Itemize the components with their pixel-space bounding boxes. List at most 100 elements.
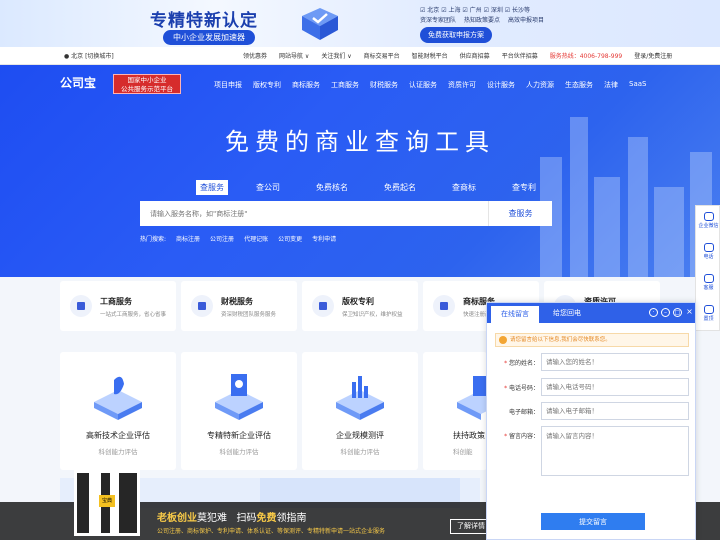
- business-icon: [70, 295, 92, 317]
- hot-word[interactable]: 商标注册: [176, 234, 200, 243]
- service-card-copyright[interactable]: 版权专利 保卫知识产权，维护权益: [302, 281, 418, 331]
- message-field[interactable]: [541, 426, 689, 476]
- sidebar-item-top[interactable]: 置顶: [696, 305, 720, 322]
- eval-subtitle: 科创能力评估: [219, 448, 259, 456]
- util-link-follow[interactable]: 关注我们 ∨: [321, 51, 351, 60]
- badge-building-icon: [215, 374, 263, 420]
- util-link-sitemap[interactable]: 网站导航 ∨: [279, 51, 309, 60]
- tab-trademark[interactable]: 查商标: [448, 180, 480, 195]
- trademark-icon: [433, 295, 455, 317]
- tab-patent[interactable]: 查专利: [508, 180, 540, 195]
- policy-building-icon: [457, 376, 487, 420]
- minimize-icon[interactable]: –: [661, 308, 670, 317]
- tab-online-message[interactable]: 在线留言: [491, 306, 539, 323]
- arrow-up-icon: [703, 305, 714, 314]
- service-subtitle: 一站式工商服务，省心省事: [100, 312, 167, 318]
- nav-project[interactable]: 项目申报: [214, 80, 242, 90]
- service-subtitle: 资深财税团队服务服务: [221, 312, 277, 318]
- nav-trademark[interactable]: 商标服务: [292, 80, 320, 90]
- hot-label: 热门搜索:: [140, 236, 167, 243]
- sidebar-item-support[interactable]: 客服: [696, 274, 720, 291]
- hero-section: 公司宝 国家中小企业 公共服务示范平台 项目申报 版权专利 商标服务 工商服务 …: [0, 65, 720, 277]
- eval-card-policy[interactable]: 扶持政策 科创能: [423, 352, 487, 470]
- nav-hr[interactable]: 人力资源: [526, 80, 554, 90]
- chat-bubble-icon[interactable]: ·: [649, 308, 658, 317]
- nav-design[interactable]: 设计服务: [487, 80, 515, 90]
- util-link-tax[interactable]: 智能财税平台: [412, 51, 448, 60]
- service-title: 财税服务: [221, 297, 253, 306]
- tab-service[interactable]: 查服务: [196, 180, 228, 195]
- eval-title: 扶持政策: [453, 431, 485, 440]
- nav-saas[interactable]: SaaS: [629, 80, 646, 90]
- phone-field[interactable]: [541, 378, 689, 396]
- service-card-tax[interactable]: 财税服务 资深财税团队服务服务: [181, 281, 297, 331]
- right-float-sidebar: 企业微信 电话 客服 置顶: [695, 205, 720, 331]
- field-label-name: * 您的姓名：: [504, 360, 539, 367]
- email-field[interactable]: [541, 402, 689, 420]
- site-logo[interactable]: 公司宝: [60, 74, 110, 96]
- promo-tags: 资深专家团队 热知政策要点 高效申报项目: [420, 17, 545, 24]
- search-box: 查服务: [140, 201, 552, 226]
- copyright-icon: [312, 295, 334, 317]
- nav-ecosystem[interactable]: 生态服务: [565, 80, 593, 90]
- eval-card-scale[interactable]: 企业规模测评 科创能力评估: [302, 352, 418, 470]
- field-label-message: * 留言内容：: [504, 433, 539, 440]
- util-link-supplier[interactable]: 供应商招募: [460, 51, 490, 60]
- promo-title: 专精特新认定: [150, 11, 258, 31]
- qr-badge: 宝典: [99, 495, 115, 507]
- maximize-icon[interactable]: □: [673, 308, 682, 317]
- promo-cta-button[interactable]: 免费获取申报方案: [420, 27, 492, 43]
- sidebar-item-phone[interactable]: 电话: [696, 243, 720, 260]
- service-card-business[interactable]: 工商服务 一站式工商服务，省心省事: [60, 281, 176, 331]
- bar-chart-building-icon: [336, 376, 384, 420]
- util-link-trademark-market[interactable]: 商标交易平台: [364, 51, 400, 60]
- service-subtitle: 保卫知识产权，维护权益: [342, 312, 403, 318]
- sidebar-item-wechat[interactable]: 企业微信: [696, 212, 720, 229]
- nav-certification[interactable]: 认证服务: [409, 80, 437, 90]
- util-link-partner[interactable]: 平台伙伴招募: [502, 51, 538, 60]
- eval-subtitle: 科创能力评估: [98, 448, 138, 456]
- search-button[interactable]: 查服务: [488, 201, 552, 226]
- util-link-coupon[interactable]: 领优惠券: [243, 51, 267, 60]
- eval-subtitle: 科创能力评估: [340, 448, 380, 456]
- headset-icon: [703, 274, 714, 283]
- phone-icon: [703, 243, 714, 252]
- close-icon[interactable]: ×: [685, 308, 694, 317]
- hot-word[interactable]: 公司变更: [278, 234, 302, 243]
- field-label-email: 电子邮箱：: [508, 409, 539, 416]
- tab-company[interactable]: 查公司: [252, 180, 284, 195]
- bottom-bar-subtitle: 公司注册、商标保护、专利申请、体系认证、等保测评、专精特新申请一站式企业服务: [157, 528, 386, 535]
- shield-check-icon: [302, 8, 338, 40]
- hot-word[interactable]: 专利申请: [312, 234, 336, 243]
- location-switcher[interactable]: ● 北京 [切换城市]: [64, 51, 114, 60]
- chat-header: 在线留言 给您回电 · – □ ×: [487, 303, 695, 323]
- login-link[interactable]: 登录/免费注册: [634, 51, 672, 60]
- nav-tax[interactable]: 财税服务: [370, 80, 398, 90]
- bottom-bar-title: 老板创业莫犯难 扫码免费领指南: [157, 513, 307, 524]
- nav-copyright[interactable]: 版权专利: [253, 80, 281, 90]
- nav-license[interactable]: 资质许可: [448, 80, 476, 90]
- eval-title: 专精特新企业评估: [207, 431, 271, 440]
- name-field[interactable]: [541, 353, 689, 371]
- eval-card-hightech[interactable]: 高新技术企业评估 科创能力评估: [60, 352, 176, 470]
- nav-legal[interactable]: 法律: [604, 80, 618, 90]
- eval-card-specialized[interactable]: 专精特新企业评估 科创能力评估: [181, 352, 297, 470]
- demo-platform-badge: 国家中小企业 公共服务示范平台: [113, 74, 181, 94]
- map-pin-icon: ●: [64, 53, 70, 60]
- tax-icon: [191, 295, 213, 317]
- hot-searches: 热门搜索: 商标注册 公司注册 代理记账 公司变更 专利申请: [140, 234, 336, 243]
- utility-bar: ● 北京 [切换城市] 领优惠券 网站导航 ∨ 关注我们 ∨ 商标交易平台 智能…: [0, 47, 720, 65]
- tab-callback[interactable]: 给您回电: [543, 303, 591, 323]
- promo-banner[interactable]: 专精特新认定 中小企业发展加速器 ☑ 北京 ☑ 上海 ☑ 广州 ☑ 深圳 ☑ 长…: [0, 0, 720, 47]
- nav-business[interactable]: 工商服务: [331, 80, 359, 90]
- hot-word[interactable]: 代理记账: [244, 234, 268, 243]
- tab-name-check[interactable]: 免费核名: [312, 180, 352, 195]
- search-input[interactable]: [140, 201, 488, 226]
- chat-widget: 在线留言 给您回电 · – □ × 请您留言给以下信息,我们会尽快联系您。 * …: [486, 302, 696, 540]
- info-icon: [499, 336, 507, 344]
- eval-subtitle: 科创能: [453, 448, 473, 456]
- hot-word[interactable]: 公司注册: [210, 234, 234, 243]
- submit-message-button[interactable]: 提交留言: [541, 513, 645, 530]
- eval-title: 企业规模测评: [336, 431, 384, 440]
- tab-naming[interactable]: 免费起名: [380, 180, 420, 195]
